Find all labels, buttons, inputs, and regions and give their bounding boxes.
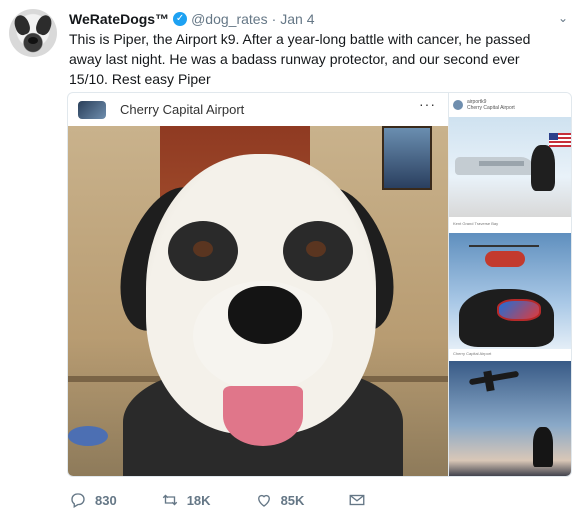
tweet-header: WeRateDogs™ ✓ @dog_rates · Jan 4 ⌄ [69, 9, 572, 29]
envelope-icon [349, 494, 365, 506]
cargo-plane-wing [479, 161, 524, 166]
reply-count: 830 [95, 492, 117, 508]
plane-silhouette [468, 370, 520, 386]
media-header: Cherry Capital Airport ··· [68, 93, 448, 126]
avatar-ear [12, 13, 32, 37]
main-photo[interactable] [68, 126, 448, 476]
us-flag [549, 133, 571, 147]
avatar-nose [28, 37, 38, 44]
heart-icon [257, 494, 270, 507]
helicopter-rotor [469, 245, 539, 247]
avatar-ear [34, 13, 54, 37]
goggles [497, 299, 541, 321]
tweet-date[interactable]: Jan 4 [280, 11, 314, 27]
dog-figure [531, 145, 555, 191]
media-title: Cherry Capital Airport [120, 102, 245, 117]
like-button[interactable]: 85K [255, 491, 305, 509]
tweet-text: This is Piper, the Airport k9. After a y… [69, 31, 531, 87]
dog-nose [228, 286, 302, 344]
thumb-caption: Kent Grand Traverse Bay [453, 221, 499, 226]
toy-ball [68, 426, 108, 446]
dog-silhouette [533, 427, 553, 467]
tweet-actions: 830 18K 85K [69, 489, 418, 511]
thumb-plane-flag[interactable] [449, 117, 571, 217]
verified-badge-icon: ✓ [173, 12, 188, 26]
separator: · [271, 11, 277, 27]
retweet-icon [162, 494, 177, 506]
reply-icon [71, 493, 85, 508]
display-name[interactable]: WeRateDogs™ [69, 11, 169, 27]
dog-eye [306, 241, 326, 257]
dm-button[interactable] [348, 491, 374, 509]
dog-tongue [223, 386, 303, 446]
side-photos: airportk9 Cherry Capital Airport Kent Gr… [448, 93, 571, 476]
side-account: airportk9 Cherry Capital Airport [467, 99, 515, 111]
retweet-button[interactable]: 18K [161, 491, 211, 509]
dog-eye [193, 241, 213, 257]
avatar[interactable] [9, 9, 57, 57]
photo-poster [382, 126, 432, 190]
tweet-media[interactable]: Cherry Capital Airport ··· airportk9 Che… [67, 92, 572, 477]
reply-button[interactable]: 830 [69, 491, 117, 509]
chevron-down-icon[interactable]: ⌄ [558, 11, 568, 25]
thumb-caption: Cherry Capital Airport [453, 351, 492, 356]
helicopter [485, 251, 525, 267]
side-account-subtitle: Cherry Capital Airport [467, 105, 515, 111]
plane-silhouette-wing [483, 370, 495, 392]
like-count: 85K [280, 492, 305, 508]
thumb-plane-silhouette[interactable] [449, 361, 571, 476]
retweet-count: 18K [186, 492, 211, 508]
user-handle[interactable]: @dog_rates [191, 11, 267, 27]
airport-logo-icon [78, 100, 106, 119]
more-options-icon[interactable]: ··· [419, 96, 436, 112]
cargo-plane [455, 157, 535, 175]
account-logo-icon [453, 100, 463, 110]
side-header: airportk9 Cherry Capital Airport [449, 93, 571, 117]
thumb-helicopter-goggles[interactable] [449, 233, 571, 349]
